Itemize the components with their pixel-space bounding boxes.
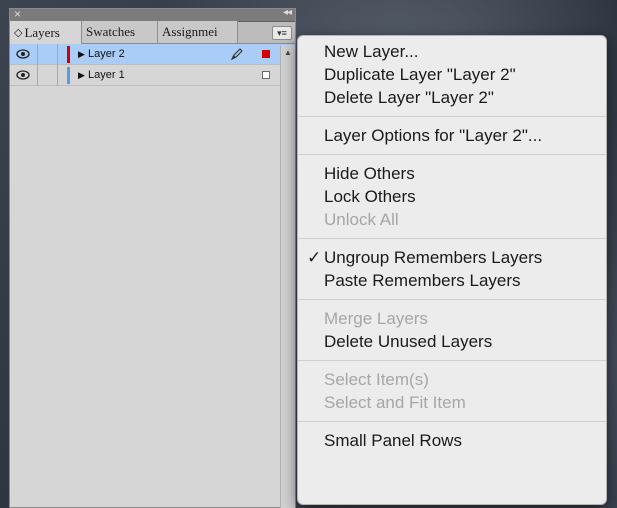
- close-icon[interactable]: ×: [14, 7, 21, 21]
- eye-icon[interactable]: [16, 47, 30, 61]
- tab-label: Layers: [24, 24, 60, 40]
- menu-item-new-layer[interactable]: New Layer...: [298, 40, 606, 63]
- selection-indicator[interactable]: [262, 50, 270, 58]
- checkmark-icon: ✓: [307, 248, 322, 267]
- menu-item-select-and-fit-item: Select and Fit Item: [298, 391, 606, 414]
- menu-item-label: Lock Others: [324, 187, 416, 206]
- scroll-up-arrow-icon[interactable]: ▲: [281, 48, 295, 57]
- menu-item-label: Merge Layers: [324, 309, 428, 328]
- layer-name: Layer 1: [88, 69, 125, 81]
- menu-item-label: Hide Others: [324, 164, 415, 183]
- tab-label: Swatches: [86, 24, 136, 39]
- column-divider: [57, 44, 58, 65]
- collapse-icon[interactable]: ◂◂: [283, 7, 292, 18]
- column-divider: [37, 65, 38, 86]
- panel-dropdown-menu: New Layer... Duplicate Layer "Layer 2" D…: [297, 35, 607, 505]
- menu-separator: [298, 154, 606, 155]
- column-divider: [37, 44, 38, 65]
- menu-item-label: Duplicate Layer "Layer 2": [324, 65, 516, 84]
- menu-separator: [298, 360, 606, 361]
- menu-item-hide-others[interactable]: Hide Others: [298, 162, 606, 185]
- tab-swatches[interactable]: Swatches: [82, 21, 158, 43]
- menu-separator: [298, 238, 606, 239]
- menu-item-label: Paste Remembers Layers: [324, 271, 521, 290]
- layer-color-bar: [67, 67, 70, 84]
- menu-item-unlock-all: Unlock All: [298, 208, 606, 231]
- menu-item-label: Unlock All: [324, 210, 399, 229]
- menu-item-label: Ungroup Remembers Layers: [324, 248, 543, 267]
- column-divider: [57, 65, 58, 86]
- menu-item-label: Delete Layer "Layer 2": [324, 88, 494, 107]
- menu-item-select-items: Select Item(s): [298, 368, 606, 391]
- panel-menu-button[interactable]: ▾≡: [272, 26, 292, 40]
- layer-row-layer-2[interactable]: ▶ Layer 2: [10, 44, 295, 65]
- scrollbar[interactable]: ▲: [280, 45, 295, 508]
- expand-triangle-icon[interactable]: ▶: [78, 49, 85, 60]
- layer-color-bar: [67, 46, 70, 63]
- layers-list: ▶ Layer 2 ▶ Layer 1: [10, 44, 295, 86]
- menu-item-label: New Layer...: [324, 42, 419, 61]
- menu-item-delete-layer[interactable]: Delete Layer "Layer 2": [298, 86, 606, 109]
- updown-arrows-icon: ◇: [14, 27, 23, 39]
- tab-assignments[interactable]: Assignmei: [158, 21, 238, 43]
- menu-item-lock-others[interactable]: Lock Others: [298, 185, 606, 208]
- menu-separator: [298, 421, 606, 422]
- layer-name: Layer 2: [88, 48, 125, 60]
- layer-row-layer-1[interactable]: ▶ Layer 1: [10, 65, 295, 86]
- menu-item-label: Select Item(s): [324, 370, 429, 389]
- menu-item-delete-unused-layers[interactable]: Delete Unused Layers: [298, 330, 606, 353]
- menu-item-ungroup-remembers-layers[interactable]: ✓ Ungroup Remembers Layers: [298, 246, 606, 269]
- menu-item-label: Delete Unused Layers: [324, 332, 493, 351]
- expand-triangle-icon[interactable]: ▶: [78, 70, 85, 81]
- menu-item-duplicate-layer[interactable]: Duplicate Layer "Layer 2": [298, 63, 606, 86]
- eye-icon[interactable]: [16, 68, 30, 82]
- menu-item-merge-layers: Merge Layers: [298, 307, 606, 330]
- menu-item-layer-options[interactable]: Layer Options for "Layer 2"...: [298, 124, 606, 147]
- tab-layers[interactable]: ◇ Layers: [10, 21, 82, 44]
- menu-item-paste-remembers-layers[interactable]: Paste Remembers Layers: [298, 269, 606, 292]
- menu-item-label: Select and Fit Item: [324, 393, 466, 412]
- menu-item-small-panel-rows[interactable]: Small Panel Rows: [298, 429, 606, 452]
- pen-icon: [230, 48, 243, 61]
- menu-item-label: Layer Options for "Layer 2"...: [324, 126, 543, 145]
- menu-separator: [298, 299, 606, 300]
- menu-item-label: Small Panel Rows: [324, 431, 462, 450]
- selection-indicator[interactable]: [262, 71, 270, 79]
- tab-label: Assignmei: [162, 24, 218, 39]
- menu-separator: [298, 116, 606, 117]
- layers-panel: × ◂◂ ◇ Layers Swatches Assignmei ▾≡ ▶ La…: [9, 7, 296, 508]
- panel-tab-bar: ◇ Layers Swatches Assignmei ▾≡: [10, 21, 295, 44]
- panel-menu-icon: ▾≡: [277, 28, 287, 38]
